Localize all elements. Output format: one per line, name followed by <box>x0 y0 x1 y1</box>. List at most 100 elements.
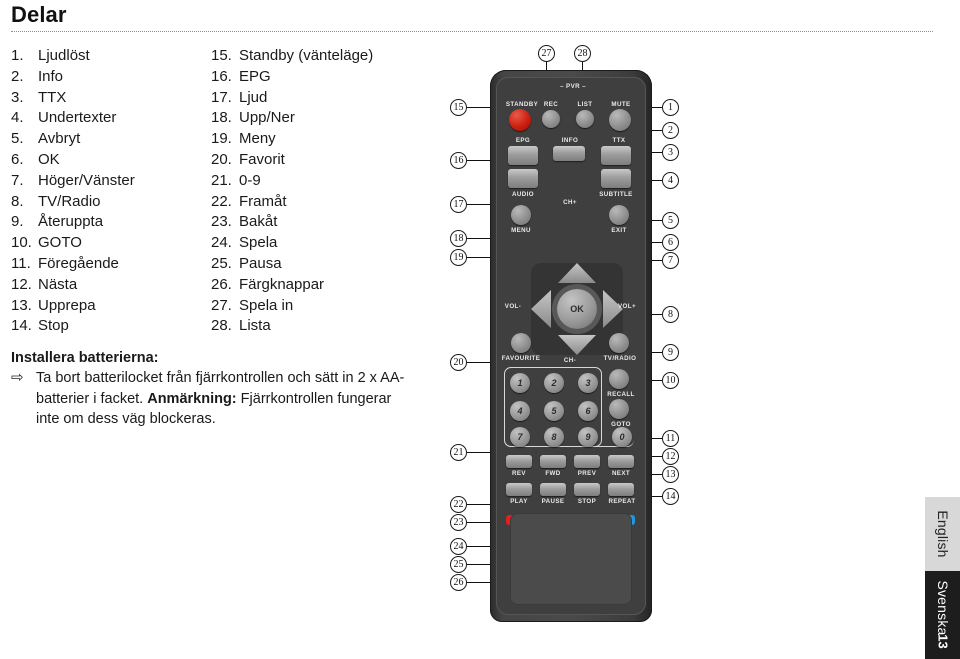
callout-1: 1 <box>662 99 679 116</box>
list-item-number: 6. <box>11 150 24 168</box>
keypad-button-2[interactable]: 2 <box>544 373 564 393</box>
list-item-label: Upp/Ner <box>239 109 295 127</box>
tab-svenska[interactable]: Svenska 13 <box>925 571 960 659</box>
keypad-button-9[interactable]: 9 <box>578 427 598 447</box>
list-item-label: Framåt <box>239 192 287 210</box>
list-item-number: 14. <box>11 317 32 335</box>
list-item-number: 3. <box>11 88 24 106</box>
ttx-button[interactable] <box>601 146 631 165</box>
goto-label: GOTO <box>611 421 631 428</box>
prev-label: PREV <box>577 470 597 477</box>
list-item-label: Höger/Vänster <box>38 171 135 189</box>
keypad-button-6[interactable]: 6 <box>578 401 598 421</box>
stop-label: STOP <box>577 498 597 505</box>
dpad-left-button[interactable] <box>531 290 551 328</box>
repeat-button[interactable] <box>608 483 634 496</box>
ttx-label: TTX <box>612 137 626 144</box>
tab-svenska-label: Svenska <box>934 580 951 636</box>
keypad-button-3[interactable]: 3 <box>578 373 598 393</box>
list-item-number: 28. <box>211 317 232 335</box>
keypad-button-5[interactable]: 5 <box>544 401 564 421</box>
subtitle-button[interactable] <box>601 169 631 188</box>
play-button[interactable] <box>506 483 532 496</box>
list-item: 11. Föregående <box>11 255 135 276</box>
rec-button[interactable] <box>542 110 560 128</box>
recall-button[interactable] <box>609 369 629 389</box>
list-item: 20. Favorit <box>211 151 373 172</box>
keypad-button-1[interactable]: 1 <box>510 373 530 393</box>
tvradio-button[interactable] <box>609 333 629 353</box>
callout-20: 20 <box>450 354 467 371</box>
epg-button[interactable] <box>508 146 538 165</box>
list-item-label: Undertexter <box>38 109 117 127</box>
callout-12: 12 <box>662 448 679 465</box>
battery-instructions-body: Ta bort batterilocket från fjärrkontroll… <box>36 368 411 430</box>
list-label: LIST <box>577 101 593 108</box>
dpad-up-button[interactable] <box>558 263 596 283</box>
callout-19: 19 <box>450 249 467 266</box>
list-button[interactable] <box>576 110 594 128</box>
audio-label: AUDIO <box>512 191 534 198</box>
audio-button[interactable] <box>508 169 538 188</box>
list-item-number: 11. <box>11 254 31 272</box>
exit-label: EXIT <box>611 227 627 234</box>
manual-page: Delar 1. Ljudlöst 2. Info 3. TTX 4. Undertexter… <box>0 0 960 659</box>
list-item-number: 2. <box>11 67 24 85</box>
list-item-number: 18. <box>211 109 232 127</box>
list-item-number: 27. <box>211 296 232 314</box>
dpad-down-button[interactable] <box>558 335 596 355</box>
list-item: 8. TV/Radio <box>11 193 135 214</box>
list-item-number: 24. <box>211 234 232 252</box>
tab-english[interactable]: English <box>925 497 960 571</box>
goto-button[interactable] <box>609 399 629 419</box>
keypad-button-8[interactable]: 8 <box>544 427 564 447</box>
standby-button[interactable] <box>509 109 531 131</box>
next-button[interactable] <box>608 455 634 468</box>
list-item-number: 13. <box>11 296 32 314</box>
ok-button[interactable]: OK <box>557 289 597 329</box>
rev-label: REV <box>512 470 526 477</box>
list-item: 18. Upp/Ner <box>211 109 373 130</box>
list-item: 7. Höger/Vänster <box>11 172 135 193</box>
info-button[interactable] <box>553 146 585 161</box>
list-item: 12. Nästa <box>11 276 135 297</box>
favourite-button[interactable] <box>511 333 531 353</box>
list-item: 15. Standby (vänteläge) <box>211 47 373 68</box>
list-item-number: 4. <box>11 109 24 127</box>
list-item: 13. Upprepa <box>11 297 135 318</box>
list-item-number: 21. <box>211 171 232 189</box>
fwd-button[interactable] <box>540 455 566 468</box>
list-item-number: 1. <box>11 47 24 64</box>
list-item-label: Lista <box>239 317 271 335</box>
list-item: 22. Framåt <box>211 193 373 214</box>
list-item: 24. Spela <box>211 234 373 255</box>
list-item-label: Info <box>38 67 64 85</box>
list-item: 1. Ljudlöst <box>11 47 135 68</box>
prev-button[interactable] <box>574 455 600 468</box>
title-divider <box>11 31 933 32</box>
menu-button[interactable] <box>511 205 531 225</box>
callout-6: 6 <box>662 234 679 251</box>
rev-button[interactable] <box>506 455 532 468</box>
list-item-number: 17. <box>211 88 232 106</box>
list-item-label: Återuppta <box>38 213 104 231</box>
list-item-number: 15. <box>211 47 232 64</box>
remote-body: – PVR – STANDBY REC LIST MUTE EPG INFO T… <box>490 70 652 622</box>
volume-down-label: VOL- <box>504 303 522 310</box>
list-item-label: Spela <box>239 234 278 252</box>
mute-button[interactable] <box>609 109 631 131</box>
stop-button[interactable] <box>574 483 600 496</box>
callout-17: 17 <box>450 196 467 213</box>
list-item-number: 22. <box>211 192 232 210</box>
pause-button[interactable] <box>540 483 566 496</box>
list-item-number: 7. <box>11 171 24 189</box>
list-item-label: EPG <box>239 67 271 85</box>
keypad-button-7[interactable]: 7 <box>510 427 530 447</box>
keypad-button-4[interactable]: 4 <box>510 401 530 421</box>
keypad-button-0[interactable]: 0 <box>612 427 632 447</box>
list-item-number: 5. <box>11 130 24 148</box>
play-label: PLAY <box>510 498 528 505</box>
callout-28: 28 <box>574 45 591 62</box>
list-item: 4. Undertexter <box>11 109 135 130</box>
exit-button[interactable] <box>609 205 629 225</box>
